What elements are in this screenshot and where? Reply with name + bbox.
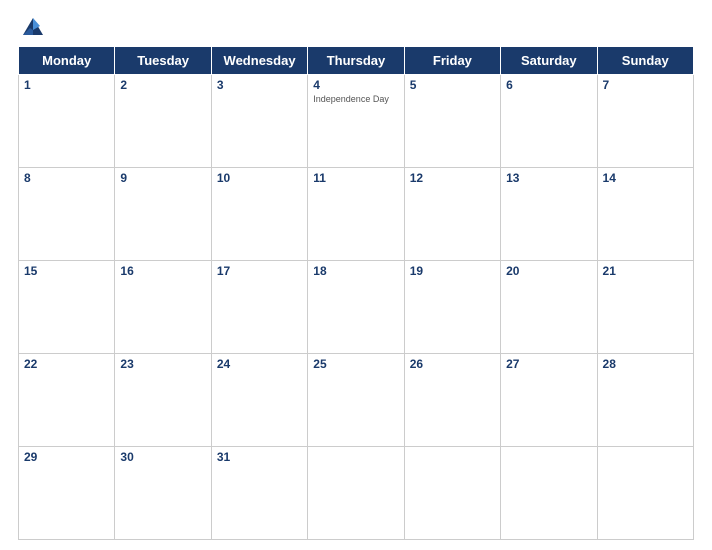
calendar-header <box>18 10 694 40</box>
week-row-4: 22 23 24 25 26 27 28 <box>19 354 694 447</box>
week-row-1: 1234 Independence Day 567 <box>19 75 694 168</box>
calendar-cell: 30 <box>115 447 211 540</box>
calendar-cell: 4 Independence Day <box>308 75 404 168</box>
calendar-cell: 17 <box>211 261 307 354</box>
calendar-table: MondayTuesdayWednesdayThursdayFridaySatu… <box>18 46 694 540</box>
week-row-5: 29 30 31 <box>19 447 694 540</box>
calendar-cell: 16 <box>115 261 211 354</box>
day-number: 16 <box>120 264 205 278</box>
calendar-cell <box>597 447 693 540</box>
day-number: 29 <box>24 450 109 464</box>
day-number: 21 <box>603 264 688 278</box>
calendar-cell: 31 <box>211 447 307 540</box>
calendar-cell: 8 <box>19 168 115 261</box>
calendar-cell: 3 <box>211 75 307 168</box>
calendar-cell: 21 <box>597 261 693 354</box>
day-number: 6 <box>506 78 591 92</box>
day-number: 11 <box>313 171 398 185</box>
calendar-cell: 11 <box>308 168 404 261</box>
dow-header-wednesday: Wednesday <box>211 47 307 75</box>
day-number: 17 <box>217 264 302 278</box>
day-number: 30 <box>120 450 205 464</box>
calendar-cell: 1 <box>19 75 115 168</box>
day-number: 25 <box>313 357 398 371</box>
calendar-cell: 12 <box>404 168 500 261</box>
day-number: 18 <box>313 264 398 278</box>
calendar-cell: 22 <box>19 354 115 447</box>
day-number: 24 <box>217 357 302 371</box>
day-number: 20 <box>506 264 591 278</box>
calendar-cell: 27 <box>501 354 597 447</box>
calendar-cell <box>501 447 597 540</box>
calendar-cell: 15 <box>19 261 115 354</box>
day-number: 8 <box>24 171 109 185</box>
calendar-cell: 28 <box>597 354 693 447</box>
dow-header-saturday: Saturday <box>501 47 597 75</box>
day-number: 27 <box>506 357 591 371</box>
calendar-cell: 14 <box>597 168 693 261</box>
day-number: 4 <box>313 78 398 92</box>
day-number: 23 <box>120 357 205 371</box>
dow-header-monday: Monday <box>19 47 115 75</box>
dow-header-sunday: Sunday <box>597 47 693 75</box>
day-number: 13 <box>506 171 591 185</box>
calendar-cell: 20 <box>501 261 597 354</box>
calendar-cell: 10 <box>211 168 307 261</box>
week-row-2: 89 10 11 12 13 14 <box>19 168 694 261</box>
dow-header-friday: Friday <box>404 47 500 75</box>
day-number: 15 <box>24 264 109 278</box>
calendar-cell: 7 <box>597 75 693 168</box>
day-number: 10 <box>217 171 302 185</box>
days-of-week-row: MondayTuesdayWednesdayThursdayFridaySatu… <box>19 47 694 75</box>
logo-area <box>18 10 52 40</box>
calendar-cell: 13 <box>501 168 597 261</box>
calendar-cell: 5 <box>404 75 500 168</box>
calendar-cell: 26 <box>404 354 500 447</box>
calendar-cell: 25 <box>308 354 404 447</box>
day-number: 14 <box>603 171 688 185</box>
day-number: 19 <box>410 264 495 278</box>
day-number: 2 <box>120 78 205 92</box>
week-row-3: 15 16 17 18 19 20 21 <box>19 261 694 354</box>
calendar-header-row: MondayTuesdayWednesdayThursdayFridaySatu… <box>19 47 694 75</box>
day-number: 9 <box>120 171 205 185</box>
dow-header-thursday: Thursday <box>308 47 404 75</box>
day-number: 5 <box>410 78 495 92</box>
calendar-cell: 29 <box>19 447 115 540</box>
calendar-wrapper: MondayTuesdayWednesdayThursdayFridaySatu… <box>0 0 712 550</box>
logo-icon <box>18 10 48 40</box>
calendar-cell <box>308 447 404 540</box>
day-number: 22 <box>24 357 109 371</box>
holiday-label: Independence Day <box>313 94 398 105</box>
day-number: 7 <box>603 78 688 92</box>
day-number: 12 <box>410 171 495 185</box>
dow-header-tuesday: Tuesday <box>115 47 211 75</box>
calendar-cell: 19 <box>404 261 500 354</box>
calendar-cell: 9 <box>115 168 211 261</box>
calendar-body: 1234Independence Day56789101112131415161… <box>19 75 694 540</box>
day-number: 1 <box>24 78 109 92</box>
day-number: 28 <box>603 357 688 371</box>
calendar-cell: 24 <box>211 354 307 447</box>
day-number: 31 <box>217 450 302 464</box>
calendar-cell: 18 <box>308 261 404 354</box>
calendar-cell <box>404 447 500 540</box>
calendar-cell: 6 <box>501 75 597 168</box>
calendar-cell: 23 <box>115 354 211 447</box>
day-number: 3 <box>217 78 302 92</box>
calendar-cell: 2 <box>115 75 211 168</box>
day-number: 26 <box>410 357 495 371</box>
